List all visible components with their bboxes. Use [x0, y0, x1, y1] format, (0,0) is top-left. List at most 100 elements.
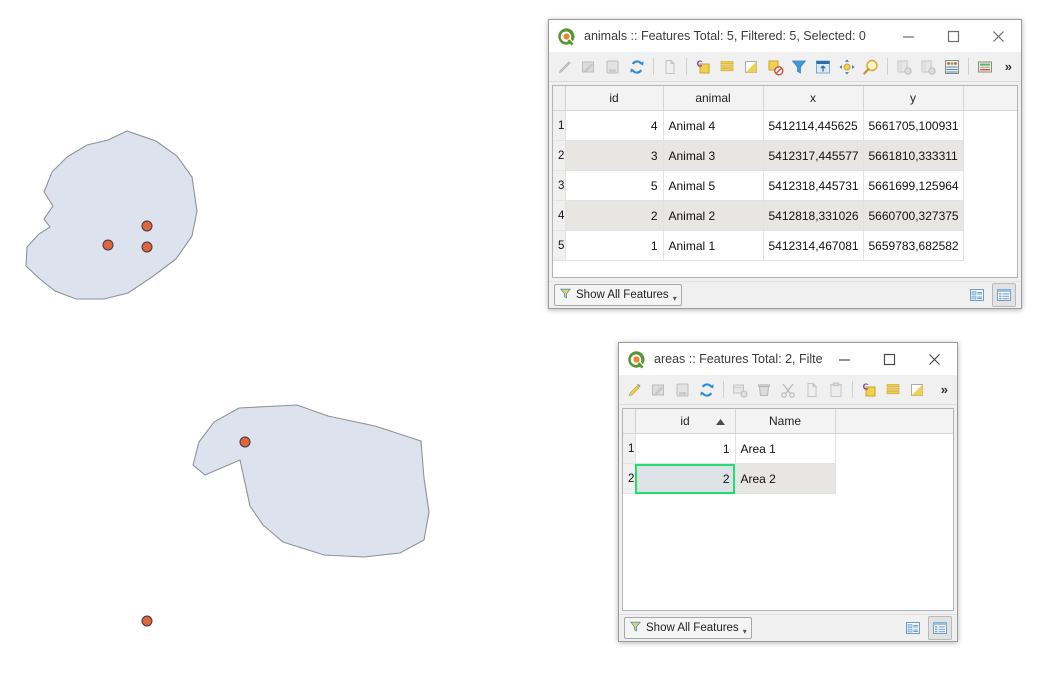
animals-attribute-table-window[interactable]: animals :: Features Total: 5, Filtered: … — [548, 19, 1022, 309]
table-row[interactable]: 4 2 Animal 2 5412818,331026 5660700,3273… — [553, 200, 1017, 231]
show-all-features-label: Show All Features — [646, 622, 739, 634]
filter-selection-button[interactable] — [787, 55, 811, 79]
show-all-features-button[interactable]: Show All Features ▾ — [624, 617, 752, 639]
cell-animal[interactable]: Animal 5 — [663, 170, 764, 201]
animals-toolbar[interactable]: » — [549, 52, 1021, 82]
maximize-icon[interactable] — [931, 20, 976, 52]
form-view-button[interactable] — [902, 617, 924, 639]
table-row[interactable]: 2 2 Area 2 — [623, 463, 953, 494]
cell-x[interactable]: 5412314,467081 — [763, 230, 864, 261]
areas-attribute-table-window[interactable]: areas :: Features Total: 2, Filte... » i… — [618, 342, 958, 642]
area-2-polygon[interactable] — [192, 404, 430, 558]
minimize-icon[interactable] — [886, 20, 931, 52]
row-number[interactable]: 4 — [553, 200, 566, 231]
table-view-button[interactable] — [992, 283, 1016, 307]
toolbar-overflow-button[interactable]: » — [999, 59, 1017, 74]
open-field-calculator-button[interactable] — [940, 55, 964, 79]
cell-y[interactable]: 5661699,125964 — [863, 170, 964, 201]
zoom-map-to-selected-button[interactable] — [859, 55, 883, 79]
select-all-button[interactable] — [881, 378, 905, 402]
close-icon[interactable] — [912, 343, 957, 375]
cell-y[interactable]: 5661705,100931 — [863, 110, 964, 141]
toolbar-overflow-button[interactable]: » — [935, 382, 953, 397]
column-header-name[interactable]: Name — [735, 409, 836, 434]
toggle-editing-button[interactable] — [623, 378, 647, 402]
column-header-y[interactable]: y — [863, 86, 964, 111]
cell-y[interactable]: 5660700,327375 — [863, 200, 964, 231]
animals-table-container[interactable]: id animal x y 1 4 Animal 4 5412114,44562… — [552, 85, 1018, 278]
column-header-x[interactable]: x — [763, 86, 864, 111]
pan-map-to-selected-button[interactable] — [835, 55, 859, 79]
row-number[interactable]: 2 — [623, 463, 636, 494]
table-row[interactable]: 1 4 Animal 4 5412114,445625 5661705,1009… — [553, 110, 1017, 141]
animal-point-5[interactable] — [102, 239, 114, 251]
row-number[interactable]: 5 — [553, 230, 566, 261]
toggle-editing-button[interactable] — [553, 55, 577, 79]
table-row[interactable]: 3 5 Animal 5 5412318,445731 5661699,1259… — [553, 170, 1017, 201]
cell-x[interactable]: 5412318,445731 — [763, 170, 864, 201]
cell-name[interactable]: Area 1 — [735, 433, 836, 464]
cell-id[interactable]: 1 — [635, 433, 736, 464]
qgis-logo-icon — [627, 350, 646, 369]
area-1-polygon[interactable] — [25, 130, 198, 300]
row-header-corner — [623, 409, 636, 434]
column-header-id[interactable]: id — [565, 86, 664, 111]
close-icon[interactable] — [976, 20, 1021, 52]
conditional-formatting-button[interactable] — [973, 55, 997, 79]
areas-toolbar[interactable]: » — [619, 375, 957, 405]
cell-animal[interactable]: Animal 3 — [663, 140, 764, 171]
toolbar-separator — [686, 58, 687, 75]
areas-table-container[interactable]: id Name 1 1 Area 1 2 2 Area 2 — [622, 408, 954, 611]
qgis-logo-icon — [557, 27, 576, 46]
animal-point-4[interactable] — [141, 220, 153, 232]
cell-id[interactable]: 1 — [565, 230, 664, 261]
row-number[interactable]: 1 — [553, 110, 566, 141]
invert-selection-button[interactable] — [905, 378, 929, 402]
column-header-animal[interactable]: animal — [663, 86, 764, 111]
cell-animal[interactable]: Animal 1 — [663, 230, 764, 261]
cell-id[interactable]: 5 — [565, 170, 664, 201]
table-row[interactable]: 2 3 Animal 3 5412317,445577 5661810,3333… — [553, 140, 1017, 171]
cell-name[interactable]: Area 2 — [735, 463, 836, 494]
refresh-button[interactable] — [625, 55, 649, 79]
table-view-button[interactable] — [928, 616, 952, 640]
refresh-button[interactable] — [695, 378, 719, 402]
cell-id[interactable]: 3 — [565, 140, 664, 171]
table-header-row: id Name — [623, 409, 953, 434]
form-view-button[interactable] — [966, 284, 988, 306]
cell-y[interactable]: 5659783,682582 — [863, 230, 964, 261]
cell-id[interactable]: 2 — [635, 463, 736, 494]
cell-x[interactable]: 5412317,445577 — [763, 140, 864, 171]
qgis-map-canvas[interactable] — [0, 0, 540, 678]
deselect-all-button[interactable] — [763, 55, 787, 79]
animal-point-3[interactable] — [141, 241, 153, 253]
row-number[interactable]: 3 — [553, 170, 566, 201]
cell-y[interactable]: 5661810,333311 — [863, 140, 964, 171]
cell-animal[interactable]: Animal 2 — [663, 200, 764, 231]
animal-point-1[interactable] — [141, 615, 153, 627]
cell-animal[interactable]: Animal 4 — [663, 110, 764, 141]
show-all-features-button[interactable]: Show All Features ▾ — [554, 284, 682, 306]
row-number[interactable]: 2 — [553, 140, 566, 171]
animals-titlebar[interactable]: animals :: Features Total: 5, Filtered: … — [549, 20, 1021, 52]
areas-titlebar[interactable]: areas :: Features Total: 2, Filte... — [619, 343, 957, 375]
cell-id[interactable]: 4 — [565, 110, 664, 141]
minimize-icon[interactable] — [822, 343, 867, 375]
table-row[interactable]: 5 1 Animal 1 5412314,467081 5659783,6825… — [553, 230, 1017, 261]
table-row[interactable]: 1 1 Area 1 — [623, 433, 953, 464]
cell-id[interactable]: 2 — [565, 200, 664, 231]
cell-filler — [835, 463, 953, 494]
row-number[interactable]: 1 — [623, 433, 636, 464]
move-selection-to-top-button[interactable] — [811, 55, 835, 79]
invert-selection-button[interactable] — [739, 55, 763, 79]
cell-x[interactable]: 5412818,331026 — [763, 200, 864, 231]
select-by-expression-button[interactable] — [857, 378, 881, 402]
select-all-button[interactable] — [715, 55, 739, 79]
column-header-id[interactable]: id — [635, 409, 736, 434]
cell-filler — [963, 110, 1017, 141]
select-by-expression-button[interactable] — [691, 55, 715, 79]
animal-point-2[interactable] — [239, 436, 251, 448]
maximize-icon[interactable] — [867, 343, 912, 375]
cell-x[interactable]: 5412114,445625 — [763, 110, 864, 141]
delete-selected-button — [752, 378, 776, 402]
